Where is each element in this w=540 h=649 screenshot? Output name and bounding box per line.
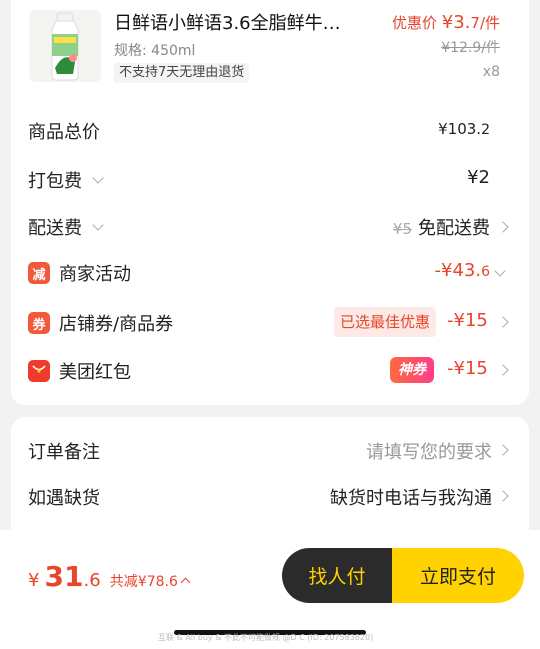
promo-unit: /件 bbox=[479, 14, 500, 32]
discount-summary: 共减¥78.6 bbox=[109, 574, 178, 590]
delivery-orig-price: ¥5 bbox=[392, 220, 412, 238]
merchant-activity-value: -¥43.6 bbox=[435, 260, 491, 281]
total-price-value: ¥103.2 bbox=[438, 118, 490, 139]
packing-fee-label: 打包费 bbox=[28, 171, 82, 192]
packing-fee-value: ¥2 bbox=[467, 167, 490, 188]
return-policy-tag: 不支持7天无理由退货 bbox=[114, 63, 250, 83]
payable-int: 31 bbox=[44, 560, 84, 593]
chevron-down-icon bbox=[92, 218, 104, 231]
original-price: ¥12.9/件 bbox=[441, 40, 500, 56]
out-of-stock-option[interactable]: 缺货时电话与我沟通 bbox=[330, 484, 492, 510]
promo-label: 优惠价 bbox=[391, 14, 437, 32]
promo-price-dec: 7 bbox=[470, 14, 480, 32]
coupon-label: 店铺券/商品券 bbox=[59, 314, 174, 335]
discount-icon: 减 bbox=[28, 262, 50, 284]
order-remark-label: 订单备注 bbox=[28, 442, 100, 463]
super-coupon-tag: 神券 bbox=[390, 357, 434, 383]
coupon-value: -¥15 bbox=[447, 310, 488, 331]
milk-bottle-icon bbox=[51, 12, 79, 81]
best-offer-tag: 已选最佳优惠 bbox=[334, 307, 437, 337]
total-price-currency: ¥103. bbox=[438, 120, 482, 138]
merchant-activity-label: 商家活动 bbox=[59, 264, 131, 285]
red-envelope-icon bbox=[28, 360, 50, 382]
watermark-text: 互联 & All buy & 不此不可能做规 @D C (ID: 2075838… bbox=[158, 633, 374, 642]
hongbao-value: -¥15 bbox=[447, 358, 488, 379]
currency-symbol: ¥ bbox=[28, 570, 40, 591]
chevron-up-icon bbox=[180, 577, 191, 588]
coupon-icon: 券 bbox=[28, 312, 50, 334]
payable-dec: .6 bbox=[83, 570, 101, 591]
product-spec: 规格: 450ml bbox=[114, 43, 196, 59]
delivery-fee-row[interactable]: 配送费 bbox=[28, 214, 104, 240]
delivery-fee-label: 配送费 bbox=[28, 218, 82, 239]
order-remark-input[interactable]: 请填写您的要求 bbox=[366, 438, 492, 464]
pay-now-button[interactable]: 立即支付 bbox=[392, 548, 524, 603]
payable-total[interactable]: ¥ 31.6 共减¥78.6 bbox=[28, 560, 191, 593]
product-image bbox=[29, 10, 101, 82]
hongbao-row[interactable]: 美团红包 bbox=[28, 358, 131, 384]
order-options-card bbox=[11, 417, 529, 547]
delivery-fee-value[interactable]: ¥5 免配送费 bbox=[393, 214, 490, 240]
delivery-free-text: 免配送费 bbox=[418, 218, 490, 239]
pay-for-me-button[interactable]: 找人付 bbox=[282, 548, 392, 603]
chevron-down-icon bbox=[92, 171, 104, 184]
merchant-activity-amount: -¥43. bbox=[434, 260, 482, 281]
product-quantity: x8 bbox=[482, 64, 500, 80]
out-of-stock-label: 如遇缺货 bbox=[28, 488, 100, 509]
merchant-activity-dec: 6 bbox=[481, 264, 490, 280]
product-title[interactable]: 日鲜语小鲜语3.6全脂鲜牛… bbox=[114, 9, 376, 35]
total-price-label: 商品总价 bbox=[28, 122, 100, 143]
total-price-dec: 2 bbox=[481, 122, 490, 138]
packing-fee-row[interactable]: 打包费 bbox=[28, 167, 104, 193]
hongbao-label: 美团红包 bbox=[59, 362, 131, 383]
promo-price-value: ¥3. bbox=[441, 12, 471, 33]
coupon-row[interactable]: 券 店铺券/商品券 bbox=[28, 310, 173, 336]
promo-price: 优惠价 ¥3.7/件 bbox=[392, 12, 500, 33]
merchant-activity-row[interactable]: 减 商家活动 bbox=[28, 260, 131, 286]
